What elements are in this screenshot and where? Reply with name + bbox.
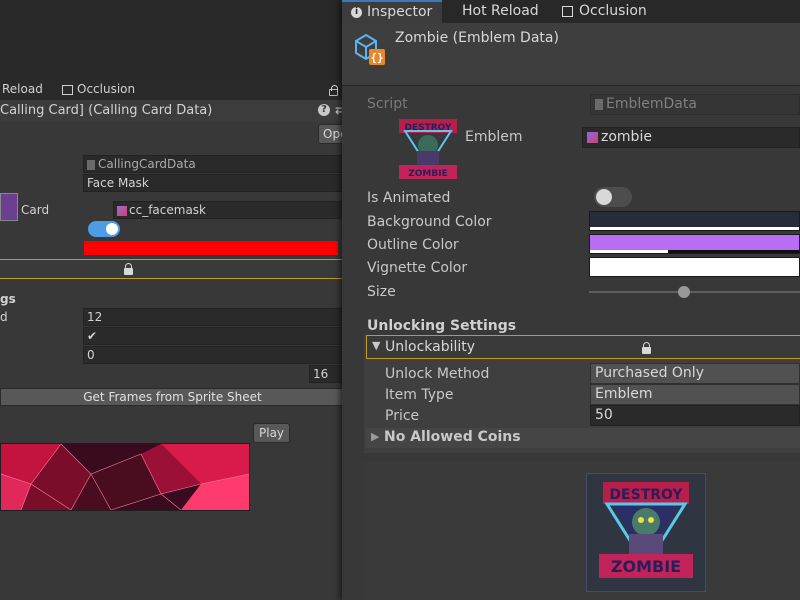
value-field-1[interactable]: 12 xyxy=(83,308,345,326)
card-thumbnail xyxy=(0,193,18,221)
svg-text:ZOMBIE: ZOMBIE xyxy=(408,169,448,179)
emblem-sprite-value: zombie xyxy=(601,129,652,145)
pink-polygon-art xyxy=(1,444,249,510)
script-file-icon xyxy=(595,98,603,110)
unlock-method-label: Unlock Method xyxy=(385,366,490,382)
back-object-title: Calling Card] (Calling Card Data) xyxy=(0,103,213,118)
occlusion-icon xyxy=(62,84,73,95)
alpha-bar xyxy=(590,273,799,276)
script-field[interactable]: CallingCardData xyxy=(83,155,345,173)
sprite-preview xyxy=(0,443,250,511)
back-tab-bar: Reload Occlusion xyxy=(0,80,360,100)
background-color-label: Background Color xyxy=(367,214,492,230)
outline-color-label: Outline Color xyxy=(367,237,459,253)
price-field[interactable]: 50 xyxy=(590,405,800,426)
tab-inspector[interactable]: i Inspector xyxy=(342,0,442,23)
script-file-icon xyxy=(87,159,95,170)
sprite-icon xyxy=(587,131,598,143)
emblem-preview: DESTROY ZOMBIE xyxy=(586,473,706,592)
card-label: Card xyxy=(21,203,50,217)
svg-text:DESTROY: DESTROY xyxy=(609,487,683,503)
help-icon[interactable]: ? xyxy=(318,104,330,116)
get-frames-button[interactable]: Get Frames from Sprite Sheet xyxy=(0,388,345,406)
tab-occlusion-label: Occlusion xyxy=(579,3,647,19)
svg-text:{}: {} xyxy=(370,51,383,64)
empty-area xyxy=(0,0,360,80)
tab-hot-reload[interactable]: Reload xyxy=(2,82,43,96)
unlockability-label: Unlockability xyxy=(385,339,476,355)
occlusion-icon xyxy=(562,5,573,17)
lock-icon[interactable] xyxy=(329,85,338,96)
script-field-value: EmblemData xyxy=(606,96,697,112)
value-field-3[interactable]: 0 xyxy=(83,346,345,364)
emblem-thumbnail: DESTROY ZOMBIE xyxy=(395,117,461,183)
preview-area xyxy=(364,462,800,600)
name-field[interactable]: Face Mask xyxy=(83,174,345,192)
no-allowed-coins-foldout[interactable]: ▶ No Allowed Coins xyxy=(366,428,800,448)
script-field-value: CallingCardData xyxy=(98,157,196,171)
background-color-field[interactable] xyxy=(589,211,800,231)
no-allowed-coins-label: No Allowed Coins xyxy=(384,429,521,445)
inspector-window: i Inspector Hot Reload Occlusion {} Zombi… xyxy=(342,0,800,600)
card-sprite-field[interactable]: cc_facemask xyxy=(113,201,345,219)
item-type-dropdown[interactable]: Emblem xyxy=(590,384,800,405)
back-row-label: d xyxy=(0,310,8,324)
foldout-expanded-icon: ▼ xyxy=(372,339,381,352)
outline-color-field[interactable] xyxy=(589,234,800,254)
back-section-label: gs xyxy=(0,292,16,306)
size-label: Size xyxy=(367,284,396,300)
alpha-bar-fill xyxy=(590,250,668,253)
svg-text:ZOMBIE: ZOMBIE xyxy=(611,557,681,576)
background-inspector-window: Reload Occlusion Calling Card] (Calling … xyxy=(0,0,360,600)
script-field: EmblemData xyxy=(590,94,800,115)
card-sprite-value: cc_facemask xyxy=(129,203,206,217)
object-title: Zombie (Emblem Data) xyxy=(395,30,559,46)
back-title-bar: Calling Card] (Calling Card Data) ? ⇄ xyxy=(0,100,360,122)
size-slider-track[interactable] xyxy=(589,286,800,298)
lock-icon xyxy=(124,263,133,275)
unlockability-foldout[interactable]: ▼ Unlockability xyxy=(366,335,800,359)
unlock-method-dropdown[interactable]: Purchased Only xyxy=(590,363,800,384)
inspector-tab-bar: i Inspector Hot Reload Occlusion xyxy=(342,0,800,23)
emblem-label: Emblem xyxy=(465,129,523,145)
play-button[interactable]: Play xyxy=(253,423,291,443)
vignette-color-field[interactable] xyxy=(589,257,800,277)
alpha-bar xyxy=(590,227,799,230)
inspector-header: {} Zombie (Emblem Data) xyxy=(342,23,800,86)
tab-occlusion[interactable]: Occlusion xyxy=(562,0,647,23)
vignette-color-label: Vignette Color xyxy=(367,260,468,276)
tab-occlusion-label: Occlusion xyxy=(77,82,136,96)
is-animated-toggle[interactable] xyxy=(594,187,632,207)
unlocking-settings-header: Unlocking Settings xyxy=(367,318,517,334)
size-slider-knob[interactable] xyxy=(677,286,690,298)
info-icon: i xyxy=(351,6,362,18)
value-field-4[interactable]: 16 xyxy=(309,365,345,383)
script-label: Script xyxy=(367,96,408,112)
checkbox-field[interactable]: ✔ xyxy=(83,327,345,345)
back-foldout[interactable] xyxy=(0,259,345,279)
foldout-collapsed-icon: ▶ xyxy=(371,430,380,443)
emblem-sprite-field[interactable]: zombie xyxy=(582,127,800,148)
price-label: Price xyxy=(385,408,420,424)
sprite-icon xyxy=(117,205,127,216)
lock-icon xyxy=(642,342,651,354)
scriptable-object-icon: {} xyxy=(351,31,387,67)
tab-occlusion[interactable]: Occlusion xyxy=(62,82,135,96)
is-animated-label: Is Animated xyxy=(367,190,451,206)
item-type-label: Item Type xyxy=(385,387,454,403)
color-swatch[interactable] xyxy=(84,241,338,255)
back-toggle[interactable] xyxy=(88,221,120,237)
tab-inspector-label: Inspector xyxy=(367,4,433,20)
tab-hot-reload[interactable]: Hot Reload xyxy=(462,0,539,23)
